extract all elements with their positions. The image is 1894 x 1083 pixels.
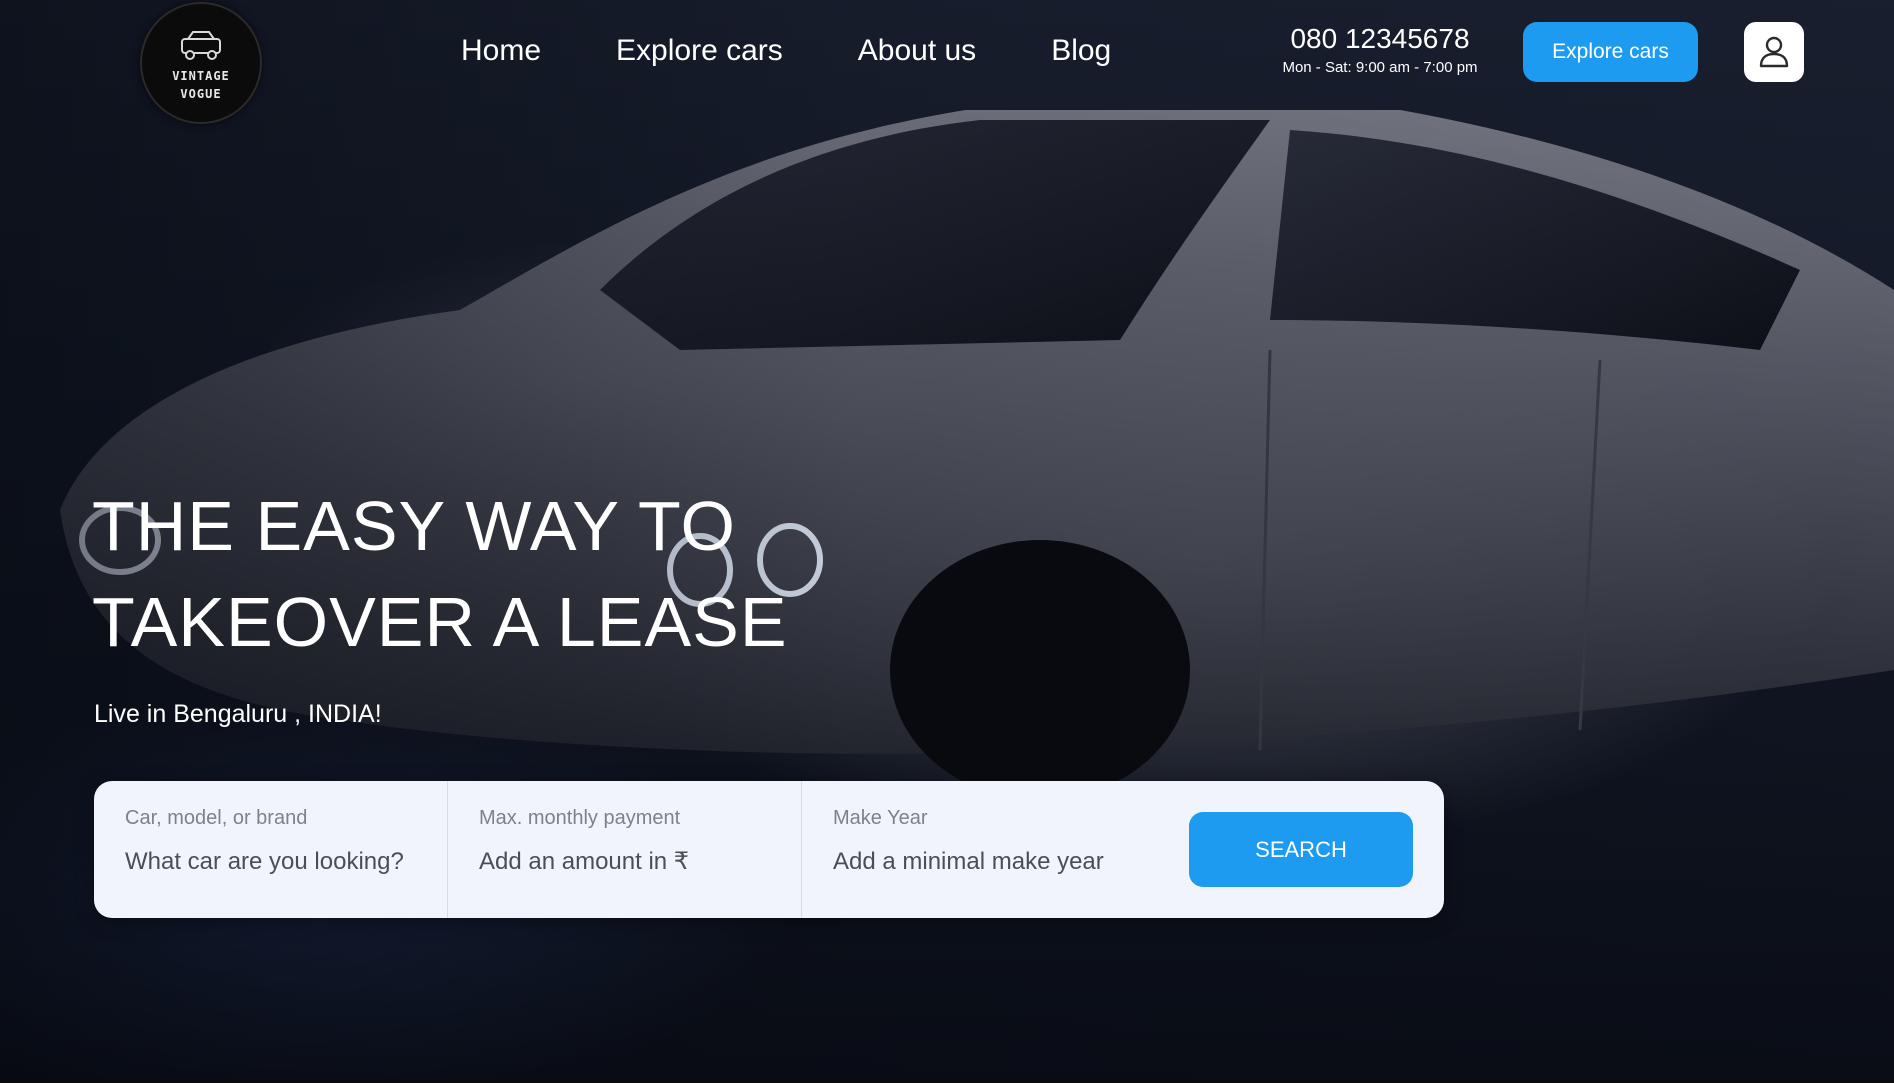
logo-text-line1: VINTAGE xyxy=(172,69,230,83)
hero-subline: Live in Bengaluru , INDIA! xyxy=(94,700,382,728)
car-emblem-icon xyxy=(181,31,221,60)
user-icon xyxy=(1759,36,1789,68)
car-search-input[interactable] xyxy=(125,848,425,876)
year-input[interactable] xyxy=(833,848,1133,876)
main-nav: Home Explore cars About us Blog xyxy=(461,30,1186,72)
hero-headline-line2: TAKEOVER A LEASE xyxy=(92,583,788,661)
year-field: Make Year xyxy=(802,781,1182,918)
payment-input[interactable] xyxy=(479,848,779,876)
explore-cars-button[interactable]: Explore cars xyxy=(1523,22,1698,82)
car-search-field: Car, model, or brand xyxy=(94,781,448,918)
user-account-button[interactable] xyxy=(1744,22,1804,82)
business-hours: Mon - Sat: 9:00 am - 7:00 pm xyxy=(1282,59,1478,76)
search-button[interactable]: SEARCH xyxy=(1189,812,1413,887)
car-field-label: Car, model, or brand xyxy=(125,807,308,829)
year-field-label: Make Year xyxy=(833,807,928,829)
phone-number: 080 12345678 xyxy=(1290,23,1470,54)
payment-field: Max. monthly payment xyxy=(448,781,802,918)
search-panel: Car, model, or brand Max. monthly paymen… xyxy=(94,781,1444,918)
brand-logo[interactable]: VINTAGE VOGUE xyxy=(140,2,262,124)
nav-blog[interactable]: Blog xyxy=(1051,34,1111,68)
hero-headline-line1: THE EASY WAY TO xyxy=(92,487,736,565)
logo-text-line2: VOGUE xyxy=(180,87,222,101)
payment-field-label: Max. monthly payment xyxy=(479,807,681,829)
nav-about-us[interactable]: About us xyxy=(858,34,976,68)
logo-text: VINTAGE VOGUE xyxy=(172,67,230,103)
hero-headline: THE EASY WAY TO TAKEOVER A LEASE xyxy=(92,478,992,670)
nav-explore-cars[interactable]: Explore cars xyxy=(616,34,783,68)
nav-home[interactable]: Home xyxy=(461,34,541,68)
contact-info: 080 12345678 Mon - Sat: 9:00 am - 7:00 p… xyxy=(1270,22,1490,78)
